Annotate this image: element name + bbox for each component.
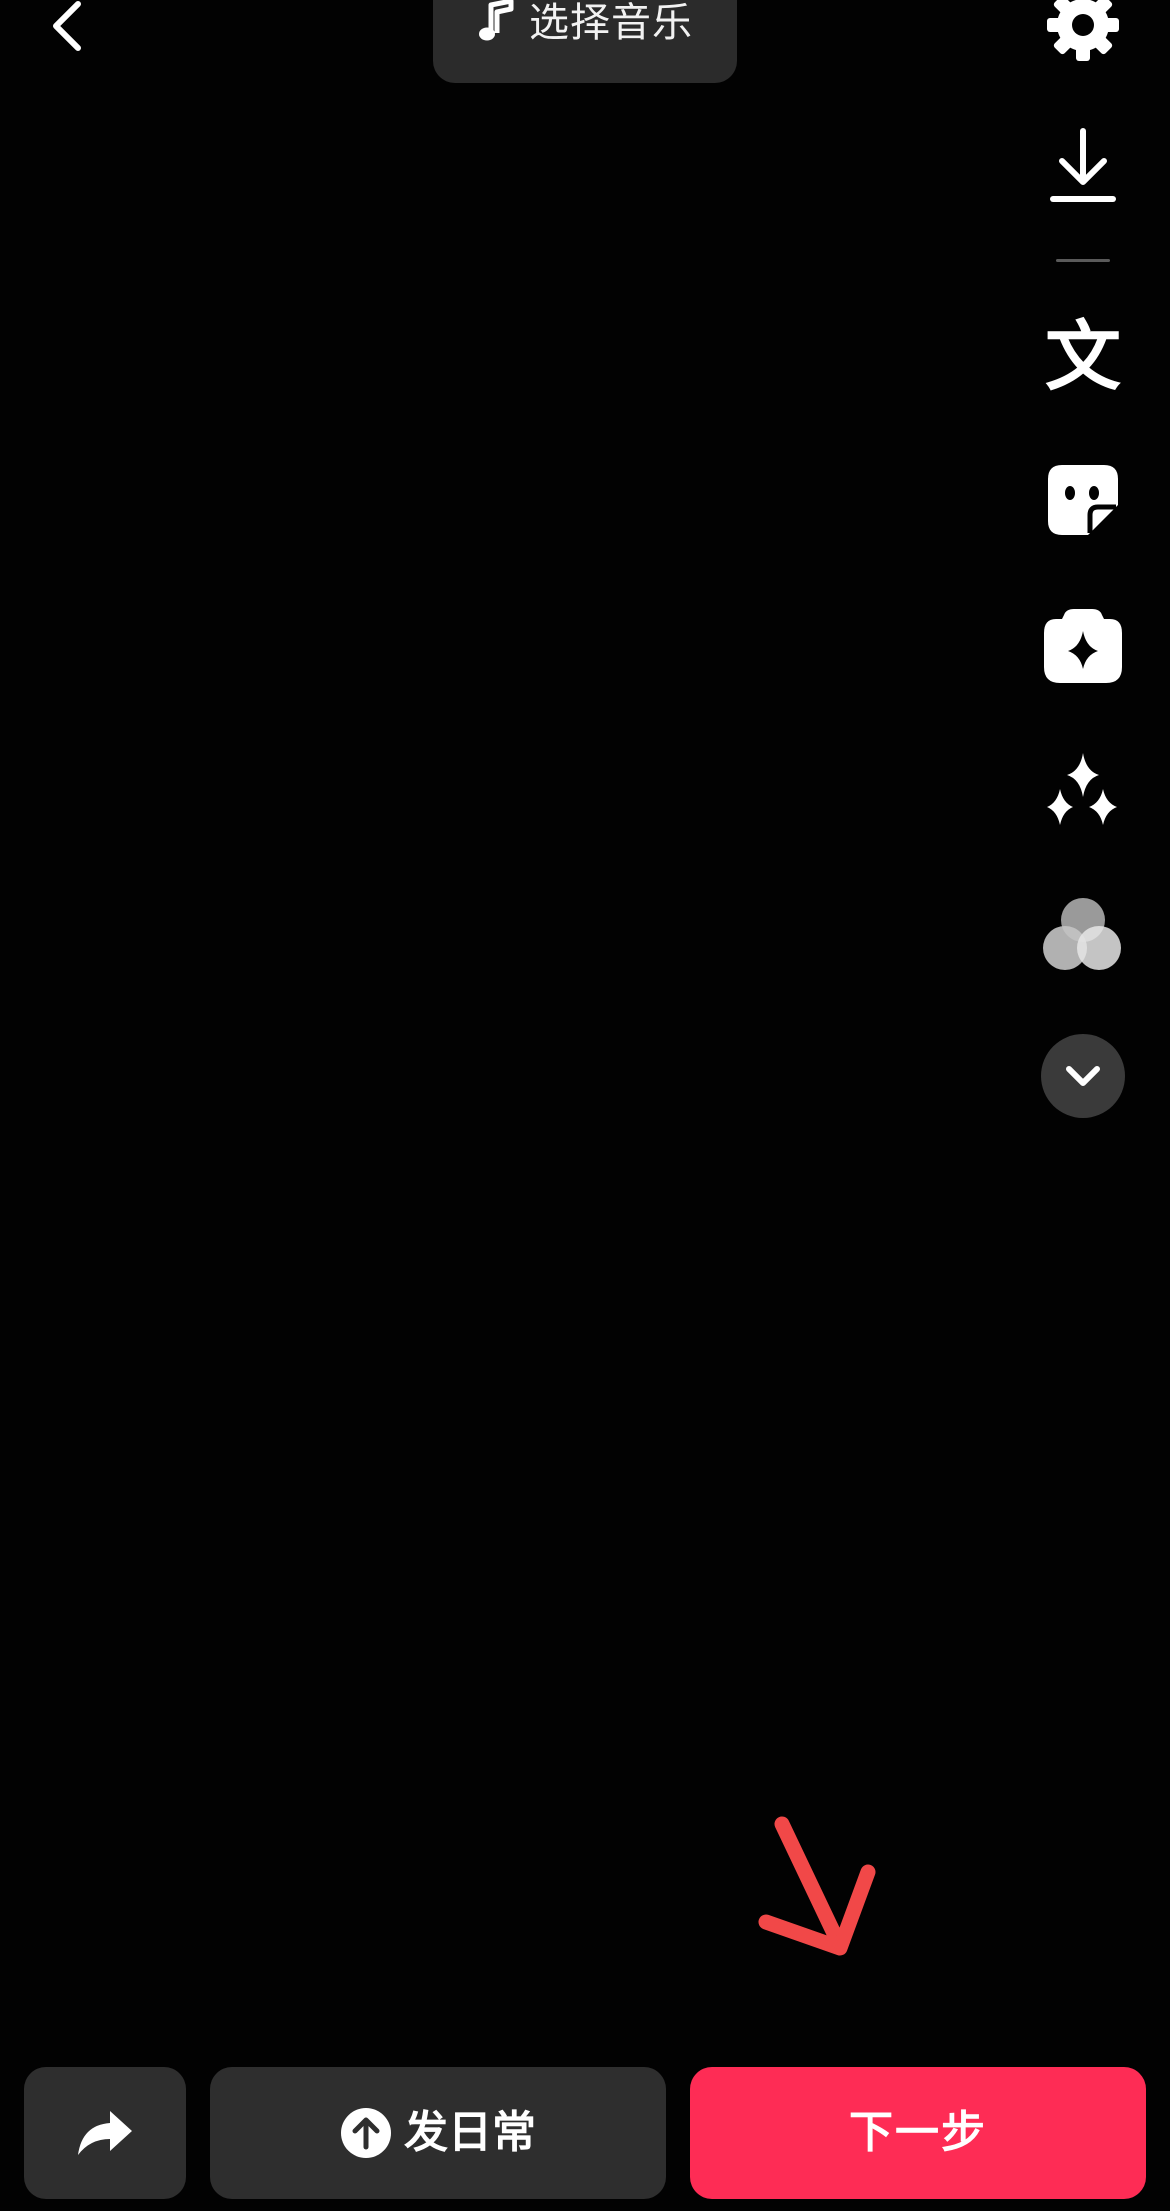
sparkle-badge-icon bbox=[1044, 609, 1122, 683]
editor-canvas: 选择音乐 文 发日常 下一步 bbox=[0, 0, 1170, 2211]
more-tools-button[interactable] bbox=[1041, 1034, 1125, 1118]
share-arrow-icon bbox=[78, 2111, 132, 2155]
music-note-icon bbox=[479, 0, 514, 41]
chevron-left-icon bbox=[53, 1, 81, 51]
rail-divider bbox=[1056, 259, 1110, 262]
download-button[interactable] bbox=[1040, 122, 1126, 208]
next-step-label: 下一步 bbox=[849, 2107, 987, 2158]
filter-circles-icon bbox=[1043, 898, 1121, 970]
select-music-label: 选择音乐 bbox=[529, 0, 693, 46]
download-icon bbox=[1050, 128, 1116, 202]
upload-circle-icon bbox=[341, 2108, 391, 2158]
select-music-button[interactable]: 选择音乐 bbox=[433, 0, 737, 83]
effects-button[interactable] bbox=[1040, 603, 1126, 689]
chevron-down-icon bbox=[1066, 1066, 1100, 1086]
text-icon: 文 bbox=[1045, 312, 1121, 401]
back-button[interactable] bbox=[36, 0, 100, 66]
sticker-icon bbox=[1048, 465, 1118, 535]
text-button[interactable]: 文 bbox=[1040, 314, 1126, 400]
post-daily-button[interactable]: 发日常 bbox=[210, 2067, 666, 2199]
sticker-button[interactable] bbox=[1040, 457, 1126, 543]
filters-button[interactable] bbox=[1040, 893, 1126, 979]
next-step-button[interactable]: 下一步 bbox=[690, 2067, 1146, 2199]
sparkles-icon bbox=[1047, 753, 1117, 825]
settings-button[interactable] bbox=[1040, 0, 1126, 68]
enhance-button[interactable] bbox=[1040, 746, 1126, 832]
gear-icon bbox=[1047, 0, 1119, 61]
annotation-arrow-icon bbox=[758, 1816, 876, 1956]
share-button[interactable] bbox=[24, 2067, 186, 2199]
post-daily-label: 发日常 bbox=[404, 2107, 536, 2158]
